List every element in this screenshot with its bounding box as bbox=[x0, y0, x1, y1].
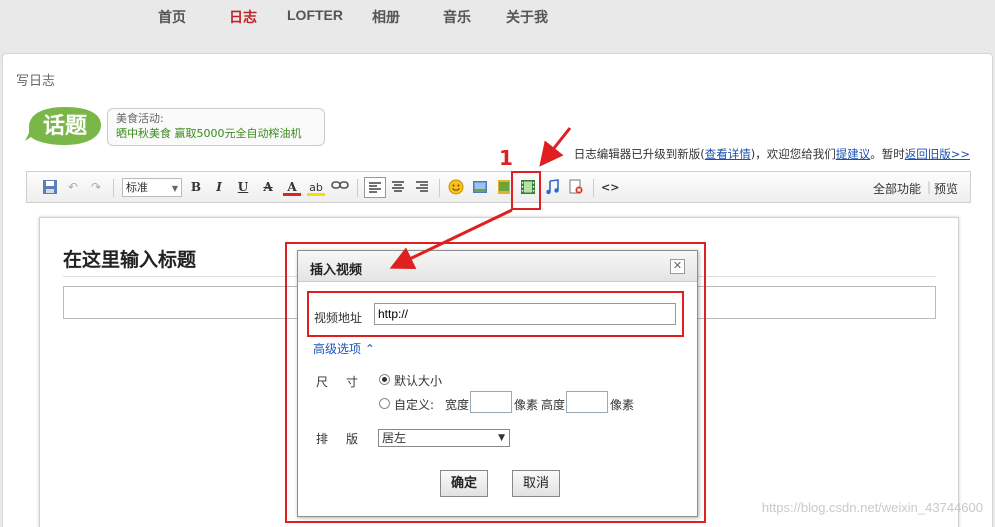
advanced-options-label: 高级选项 bbox=[313, 342, 362, 356]
toolbar-separator bbox=[113, 179, 114, 197]
dialog-header[interactable]: 插入视频 ✕ bbox=[298, 251, 697, 282]
confirm-button[interactable]: 确定 bbox=[440, 470, 488, 497]
underline-button[interactable]: U bbox=[234, 179, 252, 196]
chevron-down-icon: ▼ bbox=[171, 184, 178, 193]
all-features-button[interactable]: 全部功能 bbox=[873, 180, 921, 197]
layout-select-value: 居左 bbox=[382, 431, 407, 445]
cancel-button[interactable]: 取消 bbox=[512, 470, 560, 497]
emoji-icon[interactable] bbox=[447, 179, 465, 196]
top-nav: 首页 日志 LOFTER 相册 音乐 关于我 bbox=[0, 0, 995, 40]
topic-logo-text: 话题 bbox=[43, 114, 88, 139]
page-title: 写日志 bbox=[16, 74, 56, 89]
nav-about[interactable]: 关于我 bbox=[506, 7, 548, 27]
custom-size-label: 自定义: bbox=[394, 398, 435, 412]
width-input[interactable] bbox=[470, 391, 512, 413]
topic-bubble: 美食活动: 晒中秋美食 赢取5000元全自动榨油机 bbox=[107, 108, 325, 146]
video-icon[interactable] bbox=[519, 179, 537, 196]
notice-old-version-link[interactable]: 返回旧版>> bbox=[905, 147, 970, 161]
insert-video-dialog: 插入视频 ✕ 视频地址 高级选项 ⌃ 尺寸 默认大小 自定义: 宽度 像素 高度… bbox=[297, 250, 698, 517]
default-size-radio[interactable] bbox=[379, 374, 390, 385]
nav-music[interactable]: 音乐 bbox=[443, 7, 471, 27]
toolbar-separator bbox=[593, 179, 594, 197]
chevron-up-icon: ⌃ bbox=[364, 342, 375, 356]
font-color-button[interactable]: A bbox=[283, 179, 301, 196]
source-code-button[interactable]: <> bbox=[601, 179, 619, 196]
editor-notice: 日志编辑器已升级到新版(查看详情)，欢迎您给我们提建议。暂时返回旧版>> bbox=[574, 146, 970, 162]
toolbar-separator bbox=[357, 179, 358, 197]
nav-blog[interactable]: 日志 bbox=[229, 7, 257, 27]
toolbar-divider: | bbox=[927, 180, 932, 194]
advanced-options-toggle[interactable]: 高级选项 ⌃ bbox=[313, 340, 375, 357]
italic-button[interactable]: I bbox=[210, 179, 228, 196]
video-url-label: 视频地址 bbox=[314, 311, 363, 325]
width-label: 宽度 bbox=[445, 398, 470, 412]
dialog-title: 插入视频 bbox=[310, 263, 363, 278]
topic-label: 美食活动: bbox=[116, 112, 164, 125]
align-left-button[interactable] bbox=[364, 177, 386, 198]
notice-text-2: )，欢迎您给我们 bbox=[750, 147, 836, 161]
height-label: 高度 bbox=[541, 398, 566, 412]
custom-size-radio[interactable] bbox=[379, 398, 390, 409]
album-icon[interactable] bbox=[495, 179, 513, 196]
editor-toolbar: ↶ ↷ 标准 ▼ B I U A A ab <> 全部功能 | 预览 bbox=[26, 171, 971, 203]
undo-icon[interactable]: ↶ bbox=[64, 179, 82, 196]
link-icon[interactable] bbox=[331, 179, 349, 196]
paragraph-style-select[interactable]: 标准 ▼ bbox=[122, 178, 182, 197]
align-left-icon bbox=[369, 182, 381, 193]
layout-select[interactable]: 居左 ▼ bbox=[378, 429, 510, 447]
strikethrough-button[interactable]: A bbox=[259, 179, 277, 196]
align-center-icon[interactable] bbox=[389, 179, 407, 196]
size-label: 尺寸 bbox=[316, 375, 377, 389]
bold-button[interactable]: B bbox=[187, 179, 205, 196]
height-input[interactable] bbox=[566, 391, 608, 413]
highlight-button[interactable]: ab bbox=[307, 179, 325, 196]
width-unit: 像素 bbox=[514, 398, 539, 412]
notice-text: 日志编辑器已升级到新版( bbox=[573, 147, 705, 161]
notice-details-link[interactable]: 查看详情 bbox=[705, 147, 751, 161]
watermark: https://blog.csdn.net/weixin_43744600 bbox=[761, 500, 983, 515]
close-icon[interactable]: ✕ bbox=[670, 259, 685, 274]
nav-home[interactable]: 首页 bbox=[158, 7, 186, 27]
nav-lofter[interactable]: LOFTER bbox=[287, 7, 343, 23]
layout-label: 排版 bbox=[316, 432, 377, 446]
title-input[interactable]: 在这里输入标题 bbox=[63, 245, 196, 272]
style-select-value: 标准 bbox=[126, 181, 148, 194]
height-unit: 像素 bbox=[610, 398, 635, 412]
video-url-input[interactable] bbox=[374, 303, 676, 325]
align-right-icon[interactable] bbox=[413, 179, 431, 196]
topic-link[interactable]: 晒中秋美食 赢取5000元全自动榨油机 bbox=[116, 126, 316, 141]
chevron-down-icon: ▼ bbox=[498, 433, 505, 443]
nav-album[interactable]: 相册 bbox=[372, 7, 400, 27]
default-size-label: 默认大小 bbox=[394, 374, 443, 388]
save-icon[interactable] bbox=[41, 179, 59, 196]
preview-button[interactable]: 预览 bbox=[934, 180, 958, 197]
redo-icon[interactable]: ↷ bbox=[87, 179, 105, 196]
notice-suggest-link[interactable]: 提建议 bbox=[836, 147, 871, 161]
topic-logo[interactable]: 话题 bbox=[25, 103, 105, 147]
attachment-icon[interactable] bbox=[567, 179, 585, 196]
image-icon[interactable] bbox=[471, 179, 489, 196]
annotation-step-number: 1 bbox=[499, 146, 513, 170]
music-icon[interactable] bbox=[543, 179, 561, 196]
toolbar-separator bbox=[439, 179, 440, 197]
notice-text-3: 。暂时 bbox=[870, 147, 905, 161]
